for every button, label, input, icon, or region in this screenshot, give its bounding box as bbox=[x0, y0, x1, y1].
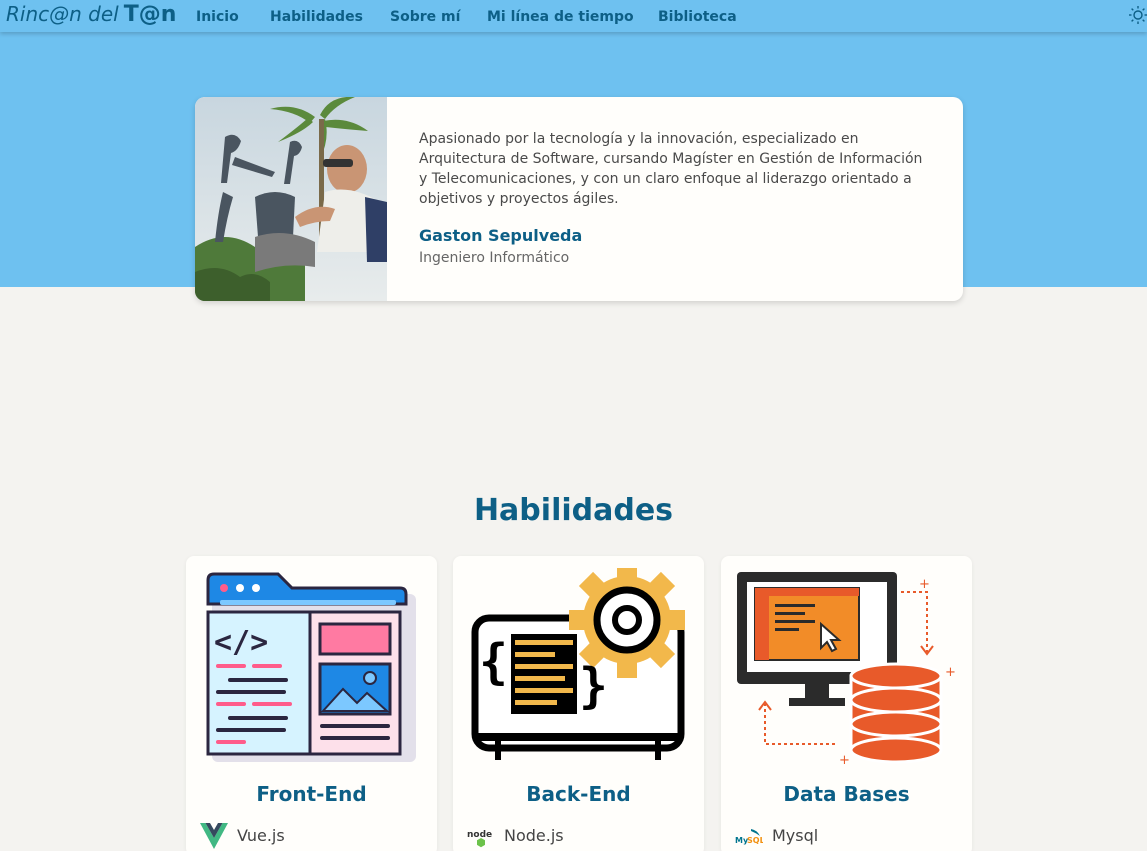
svg-text:}: } bbox=[579, 658, 608, 714]
skill-card-front-end[interactable]: </> Front-End Vue.js bbox=[186, 556, 437, 851]
skill-card-data-bases[interactable]: + + + Data Bases My SQL Mysql bbox=[721, 556, 972, 851]
nav-link-sobre-mi[interactable]: Sobre mí bbox=[390, 9, 460, 25]
profile-name: Gaston Sepulveda bbox=[419, 226, 583, 245]
vue-icon bbox=[200, 823, 228, 849]
profile-card: Apasionado por la tecnología y la innova… bbox=[195, 97, 963, 301]
tech-name-mysql: Mysql bbox=[772, 826, 819, 845]
skills-section-title: Habilidades bbox=[473, 493, 674, 528]
profile-role: Ingeniero Informático bbox=[419, 250, 570, 266]
svg-text:+: + bbox=[919, 577, 930, 592]
svg-text:+: + bbox=[945, 665, 956, 680]
node-icon: node bbox=[467, 823, 495, 849]
brand-logo[interactable]: Rinc@n del T@n bbox=[6, 2, 176, 27]
skill-title-back-end: Back-End bbox=[526, 782, 631, 806]
svg-text:+: + bbox=[839, 753, 850, 768]
brand-light-text: Rinc@n del bbox=[6, 2, 119, 26]
svg-text:node: node bbox=[467, 830, 492, 840]
back-end-illustration-icon: { } bbox=[467, 562, 691, 768]
nav-link-linea-de-tiempo[interactable]: Mi línea de tiempo bbox=[487, 9, 634, 25]
nav-link-inicio[interactable]: Inicio bbox=[196, 9, 239, 25]
skill-title-front-end: Front-End bbox=[256, 782, 367, 806]
svg-text:SQL: SQL bbox=[747, 836, 763, 845]
mysql-icon: My SQL bbox=[735, 823, 765, 849]
front-end-illustration-icon: </> bbox=[200, 568, 424, 768]
profile-bio: Apasionado por la tecnología y la innova… bbox=[419, 131, 923, 207]
navbar: Rinc@n del T@n Inicio Habilidades Sobre m… bbox=[0, 0, 1147, 32]
tech-name-node: Node.js bbox=[504, 826, 564, 845]
nav-link-habilidades[interactable]: Habilidades bbox=[270, 9, 363, 25]
brand-bold-text: T@n bbox=[123, 2, 177, 27]
svg-text:</>: </> bbox=[214, 625, 268, 660]
sun-icon[interactable] bbox=[1128, 5, 1147, 25]
skill-title-data-bases: Data Bases bbox=[783, 782, 910, 806]
nav-link-biblioteca[interactable]: Biblioteca bbox=[658, 9, 737, 25]
data-bases-illustration-icon: + + + bbox=[735, 568, 959, 768]
skill-card-back-end[interactable]: { } Back-End node Node.js bbox=[453, 556, 704, 851]
profile-photo bbox=[195, 97, 387, 301]
svg-text:{: { bbox=[479, 634, 508, 690]
tech-name-vue: Vue.js bbox=[237, 826, 285, 845]
